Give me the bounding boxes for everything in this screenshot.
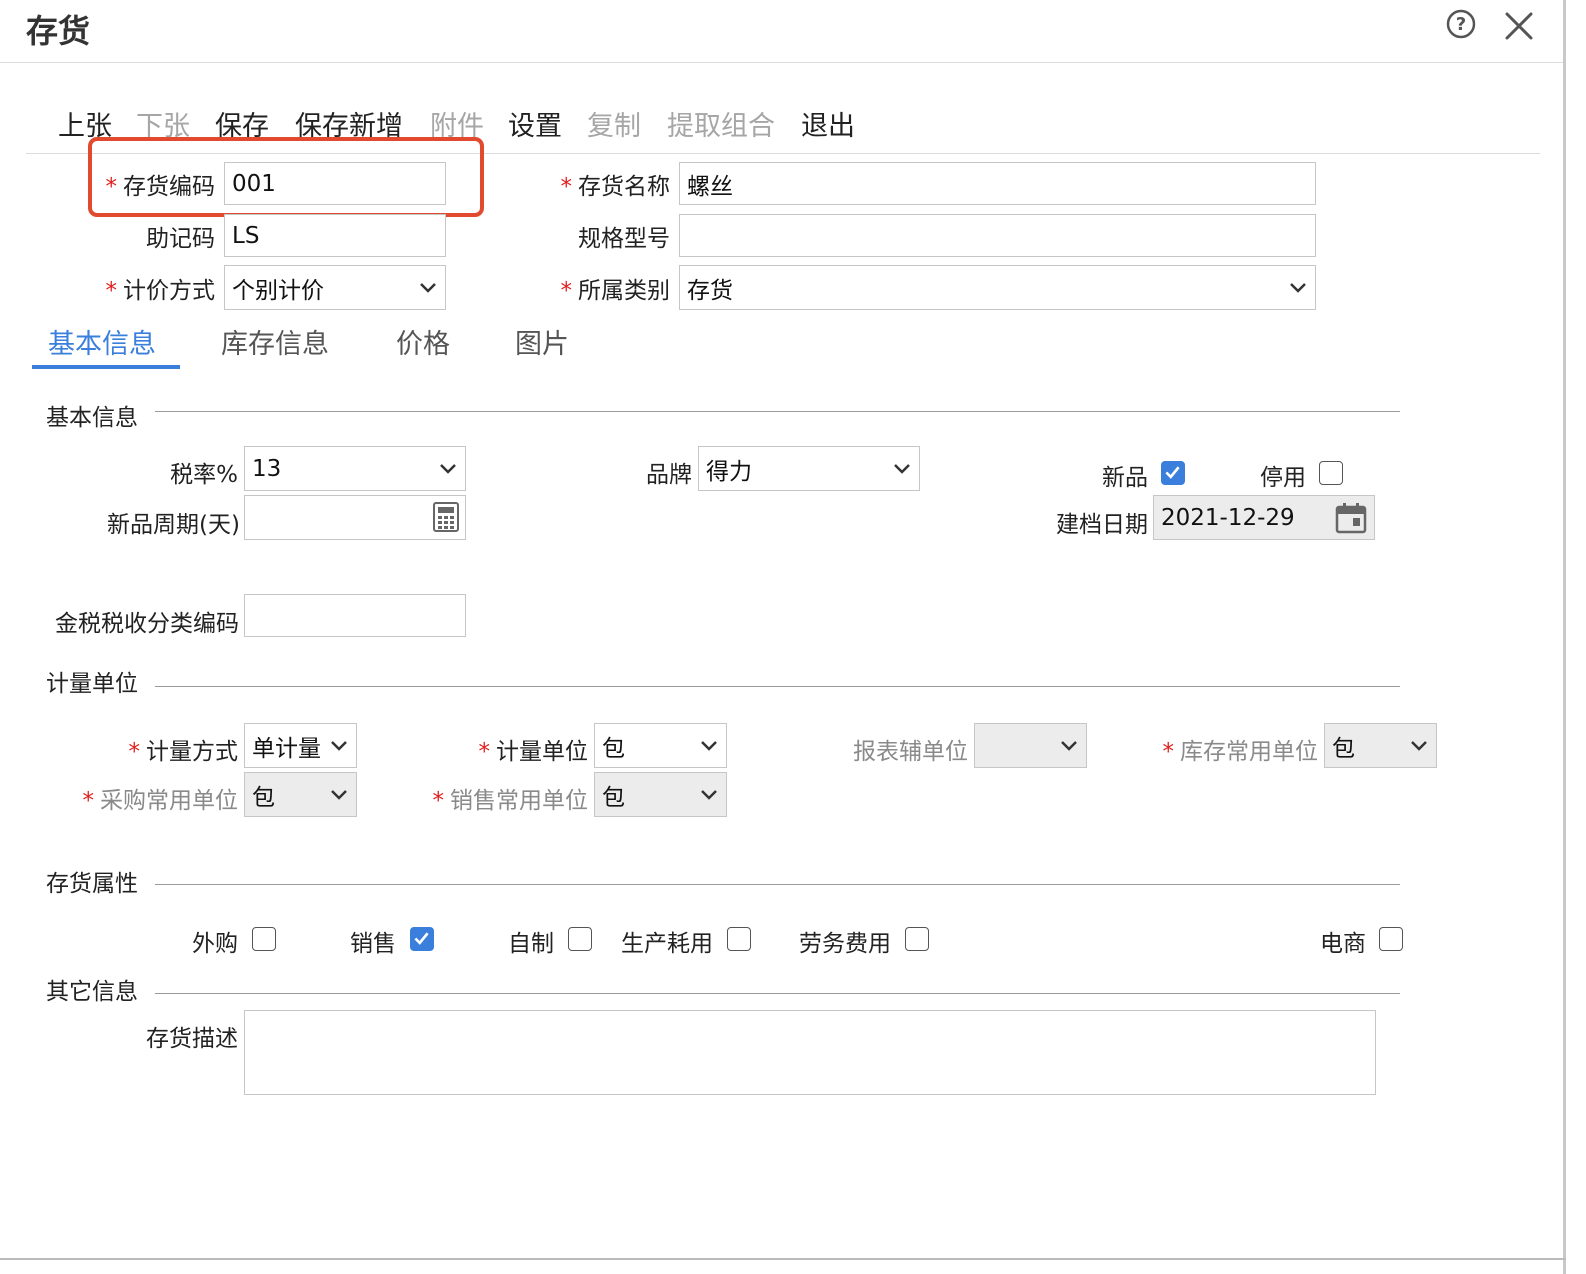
toolbar-extract-combo-button[interactable]: 提取组合 bbox=[667, 104, 775, 143]
disabled-checkbox[interactable] bbox=[1319, 461, 1343, 485]
purchase-unit-label: * 采购常用单位 bbox=[82, 788, 239, 814]
calendar-icon[interactable] bbox=[1334, 501, 1368, 535]
pricing-select[interactable]: 个别计价 bbox=[224, 265, 446, 310]
attr-self-made-checkbox[interactable] bbox=[568, 927, 592, 951]
name-label: * 存货名称 bbox=[560, 174, 671, 200]
attr-production-checkbox[interactable] bbox=[727, 927, 751, 951]
brand-select[interactable]: 得力 bbox=[698, 446, 920, 491]
attr-labor-checkbox[interactable] bbox=[905, 927, 929, 951]
stock-unit-label: * 库存常用单位 bbox=[1162, 739, 1319, 765]
purchase-unit-select[interactable]: 包 bbox=[244, 772, 357, 817]
brand-label: 品牌 bbox=[646, 462, 692, 488]
chevron-down-icon bbox=[331, 740, 347, 751]
help-icon[interactable]: ? bbox=[1446, 9, 1476, 39]
toolbar-prev-button[interactable]: 上张 bbox=[58, 104, 112, 143]
tab-images[interactable]: 图片 bbox=[515, 322, 569, 361]
code-input[interactable]: 001 bbox=[224, 162, 446, 205]
active-tab-indicator bbox=[32, 365, 180, 369]
toolbar-save-button[interactable]: 保存 bbox=[215, 104, 269, 143]
tax-rate-label: 税率% bbox=[170, 462, 238, 488]
chevron-down-icon bbox=[440, 463, 456, 474]
close-icon[interactable] bbox=[1502, 9, 1536, 43]
attr-self-made-label: 自制 bbox=[508, 931, 554, 957]
new-cycle-label: 新品周期(天) bbox=[107, 512, 240, 538]
name-input[interactable]: 螺丝 bbox=[679, 162, 1316, 205]
unit-method-label: * 计量方式 bbox=[128, 739, 239, 765]
code-label: * 存货编码 bbox=[105, 174, 216, 200]
mnemonic-label: 助记码 bbox=[146, 226, 215, 252]
tax-classification-input[interactable] bbox=[244, 594, 466, 637]
window-edge bbox=[1563, 0, 1566, 1274]
section-other-title: 其它信息 bbox=[46, 979, 138, 1005]
unit-label: * 计量单位 bbox=[478, 739, 589, 765]
window-bottom-edge bbox=[0, 1258, 1566, 1260]
chevron-down-icon bbox=[1411, 740, 1427, 751]
pricing-label: * 计价方式 bbox=[105, 278, 216, 304]
section-attrs-title: 存货属性 bbox=[46, 871, 138, 897]
section-divider bbox=[155, 884, 1400, 885]
tax-rate-select[interactable]: 13 bbox=[244, 446, 466, 491]
chevron-down-icon bbox=[1061, 740, 1077, 751]
section-divider bbox=[155, 411, 1400, 412]
spec-label: 规格型号 bbox=[578, 226, 670, 252]
header-divider bbox=[0, 62, 1566, 63]
create-date-label: 建档日期 bbox=[1056, 512, 1148, 538]
chevron-down-icon bbox=[420, 282, 436, 293]
section-divider bbox=[155, 686, 1400, 687]
chevron-down-icon bbox=[331, 789, 347, 800]
spec-input[interactable] bbox=[679, 214, 1316, 257]
attr-purchase-checkbox[interactable] bbox=[252, 927, 276, 951]
checkmark-icon bbox=[1165, 466, 1180, 479]
create-date-input[interactable]: 2021-12-29 bbox=[1153, 495, 1375, 540]
chevron-down-icon bbox=[701, 789, 717, 800]
toolbar-exit-button[interactable]: 退出 bbox=[801, 104, 855, 143]
chevron-down-icon bbox=[701, 740, 717, 751]
svg-text:?: ? bbox=[1456, 14, 1466, 35]
new-cycle-input[interactable] bbox=[244, 495, 466, 540]
sales-unit-label: * 销售常用单位 bbox=[432, 788, 589, 814]
tax-classification-label: 金税税收分类编码 bbox=[55, 611, 239, 637]
window-title: 存货 bbox=[26, 12, 91, 50]
attr-production-label: 生产耗用 bbox=[621, 931, 713, 957]
toolbar-settings-button[interactable]: 设置 bbox=[508, 104, 562, 143]
attr-ecommerce-label: 电商 bbox=[1320, 931, 1366, 957]
section-basic-title: 基本信息 bbox=[46, 405, 138, 431]
category-select[interactable]: 存货 bbox=[679, 265, 1316, 310]
tab-stock-info[interactable]: 库存信息 bbox=[221, 322, 329, 361]
unit-select[interactable]: 包 bbox=[594, 723, 727, 768]
attr-ecommerce-checkbox[interactable] bbox=[1379, 927, 1403, 951]
report-unit-select[interactable] bbox=[974, 723, 1087, 768]
attr-sales-label: 销售 bbox=[350, 931, 396, 957]
new-product-checkbox[interactable] bbox=[1161, 461, 1185, 485]
chevron-down-icon bbox=[894, 463, 910, 474]
mnemonic-input[interactable]: LS bbox=[224, 214, 446, 257]
toolbar-save-new-button[interactable]: 保存新增 bbox=[295, 104, 403, 143]
attr-labor-label: 劳务费用 bbox=[799, 931, 891, 957]
report-unit-label: 报表辅单位 bbox=[853, 739, 968, 765]
disabled-label: 停用 bbox=[1260, 465, 1306, 491]
calculator-icon[interactable] bbox=[431, 501, 461, 533]
chevron-down-icon bbox=[1290, 282, 1306, 293]
attr-purchase-label: 外购 bbox=[192, 931, 238, 957]
toolbar-divider bbox=[26, 153, 1540, 154]
description-label: 存货描述 bbox=[146, 1026, 238, 1052]
attr-sales-checkbox[interactable] bbox=[410, 927, 434, 951]
section-units-title: 计量单位 bbox=[46, 671, 138, 697]
category-label: * 所属类别 bbox=[560, 278, 671, 304]
new-product-label: 新品 bbox=[1102, 465, 1148, 491]
section-divider bbox=[155, 993, 1400, 994]
checkmark-icon bbox=[414, 932, 429, 945]
toolbar-copy-button[interactable]: 复制 bbox=[587, 104, 641, 143]
toolbar-attachment-button[interactable]: 附件 bbox=[430, 104, 484, 143]
sales-unit-select[interactable]: 包 bbox=[594, 772, 727, 817]
tab-basic-info[interactable]: 基本信息 bbox=[48, 322, 156, 361]
toolbar-next-button[interactable]: 下张 bbox=[136, 104, 190, 143]
description-textarea[interactable] bbox=[244, 1010, 1376, 1095]
tab-price[interactable]: 价格 bbox=[396, 322, 450, 361]
unit-method-select[interactable]: 单计量 bbox=[244, 723, 357, 768]
stock-unit-select[interactable]: 包 bbox=[1324, 723, 1437, 768]
